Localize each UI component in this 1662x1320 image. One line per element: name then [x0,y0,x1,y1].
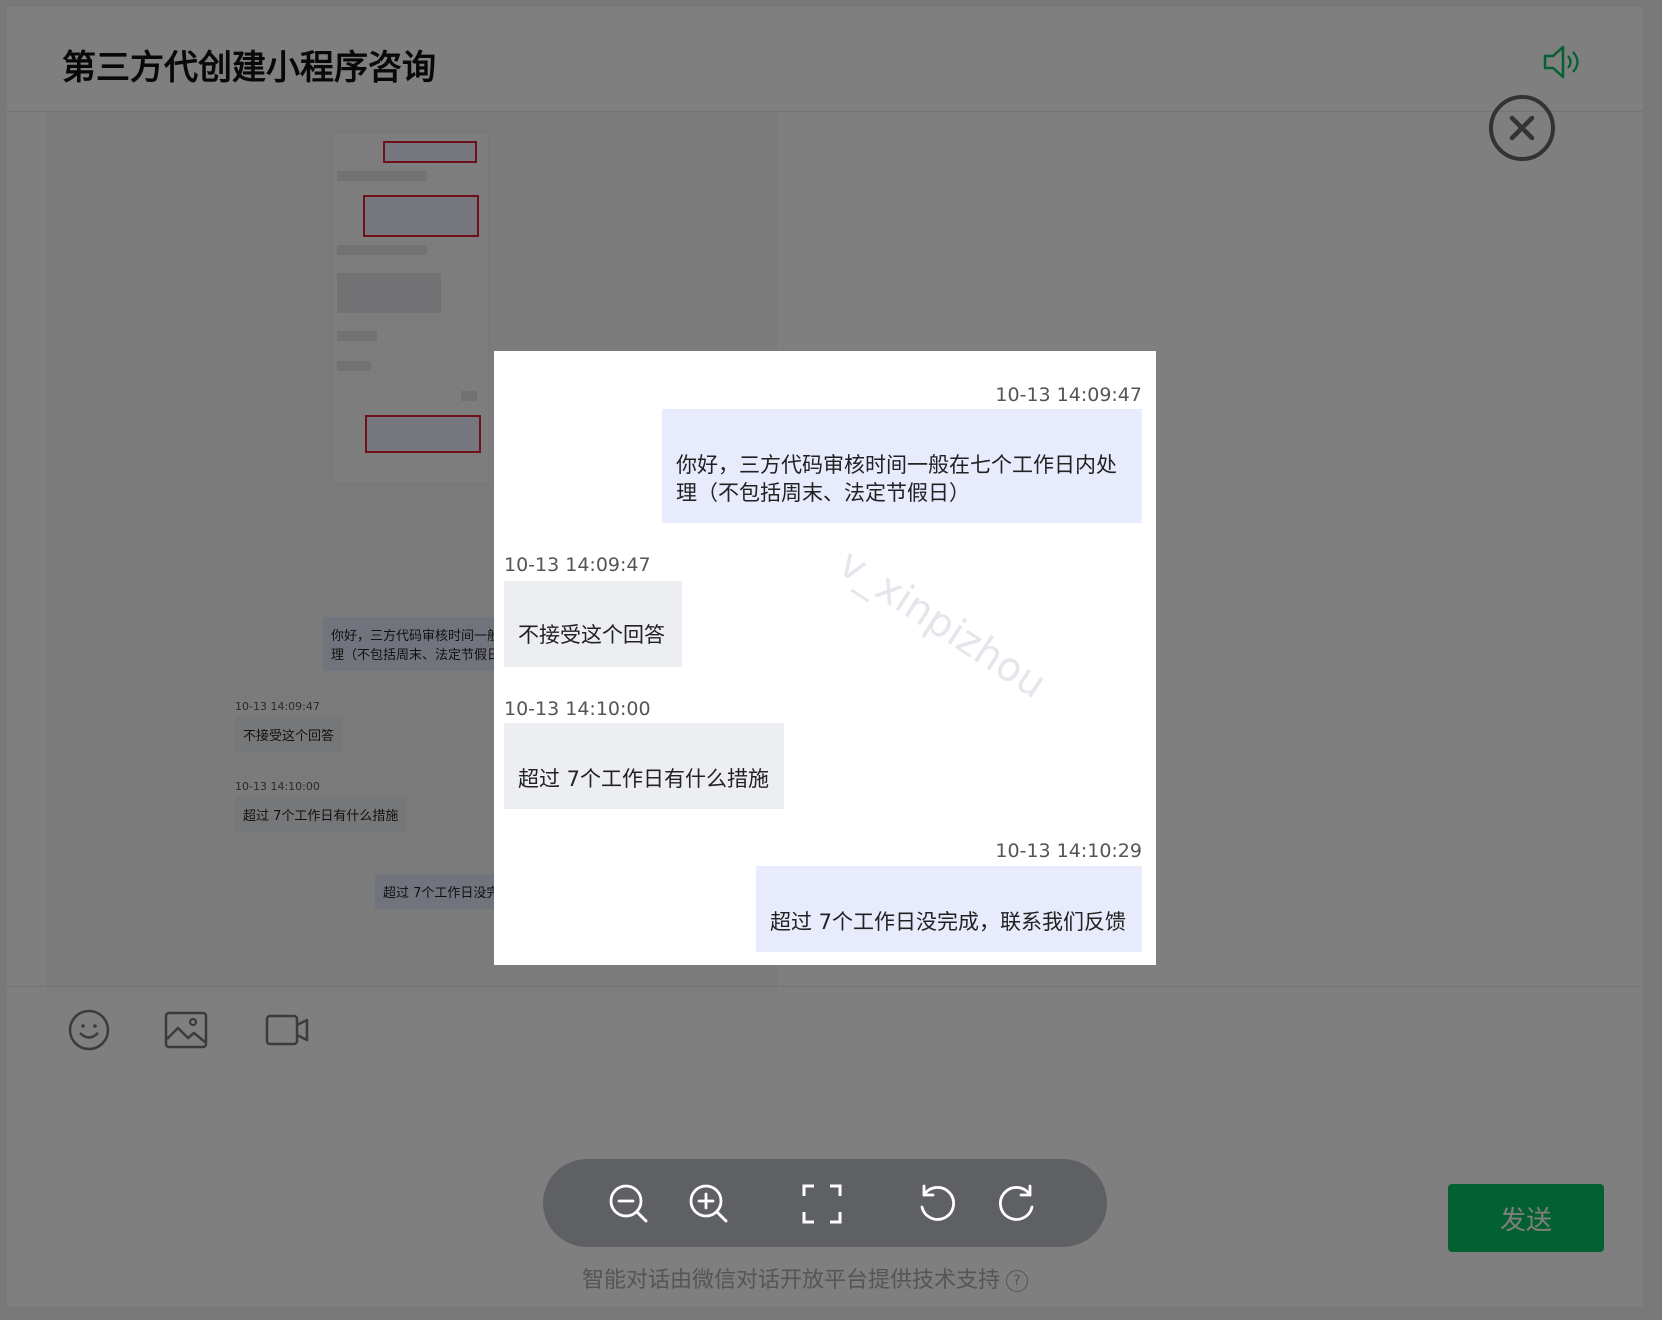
fullscreen-icon [802,1184,842,1224]
close-preview-button[interactable] [1488,94,1556,162]
list-item: 超过 7个工作日没完成，联系我们反馈 [756,866,1142,952]
rotate-left-button[interactable] [914,1181,960,1227]
rotate-left-icon [920,1184,955,1221]
zoom-out-button[interactable] [606,1181,652,1227]
watermark: v_xinpizhou [830,540,1054,708]
message-time: 10-13 14:09:47 [995,384,1142,406]
list-item: 超过 7个工作日有什么措施 [504,723,784,809]
fullscreen-button[interactable] [799,1181,845,1227]
message-time: 10-13 14:10:00 [504,698,651,720]
list-item: 不接受这个回答 [504,581,682,667]
zoom-in-icon [689,1184,728,1223]
rotate-right-icon [999,1184,1034,1221]
zoom-in-button[interactable] [686,1181,732,1227]
list-item: 你好，三方代码审核时间一般在七个工作日内处理（不包括周末、法定节假日） [662,409,1142,523]
image-preview: v_xinpizhou 10-13 14:09:47 你好，三方代码审核时间一般… [494,351,1156,965]
close-icon [1489,95,1555,161]
zoom-out-icon [609,1184,648,1223]
rotate-right-button[interactable] [994,1181,1040,1227]
message-time: 10-13 14:10:29 [995,840,1142,862]
preview-toolbar [543,1159,1107,1247]
message-time: 10-13 14:09:47 [504,554,651,576]
